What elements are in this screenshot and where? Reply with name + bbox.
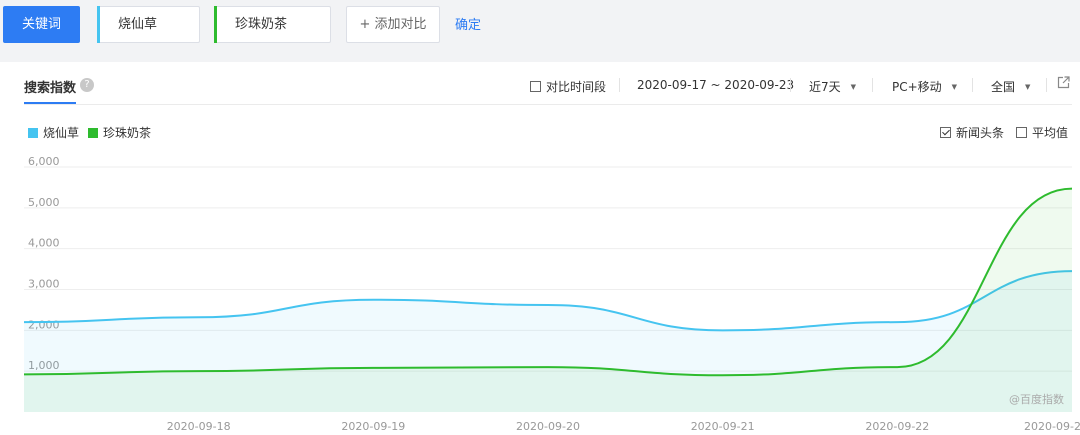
x-tick-label: 2020-09-22 <box>865 420 929 433</box>
watermark: @百度指数 <box>1009 392 1064 406</box>
y-tick-label: 5,000 <box>28 196 60 209</box>
x-tick-label: 2020-09-20 <box>516 420 580 433</box>
x-tick-label: 2020-09-19 <box>341 420 405 433</box>
y-tick-label: 4,000 <box>28 237 60 250</box>
y-tick-label: 6,000 <box>28 155 60 168</box>
x-tick-label: 2020-09-21 <box>691 420 755 433</box>
series-area-2 <box>24 188 1072 412</box>
x-tick-label: 2020-09-18 <box>167 420 231 433</box>
y-tick-label: 3,000 <box>28 278 60 291</box>
search-index-chart[interactable]: 1,0002,0003,0004,0005,0006,0002020-09-18… <box>0 0 1080 435</box>
x-tick-label: 2020-09-23 <box>1024 420 1080 433</box>
